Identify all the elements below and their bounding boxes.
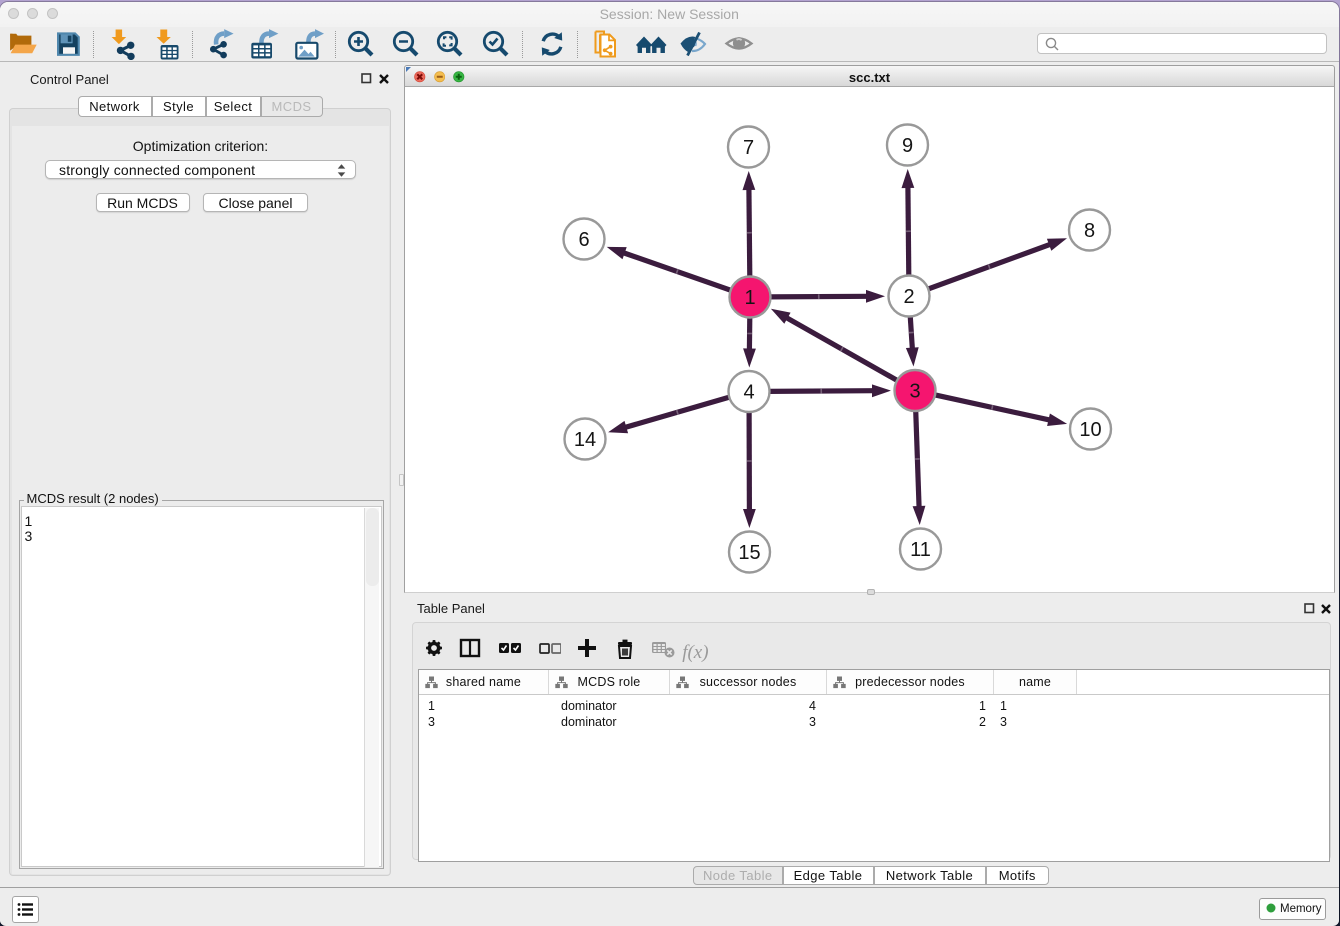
svg-text:14: 14 — [574, 429, 596, 451]
svg-text:6: 6 — [578, 229, 589, 251]
svg-text:1: 1 — [744, 287, 755, 309]
svg-text:10: 10 — [1079, 419, 1101, 441]
svg-text:11: 11 — [910, 539, 931, 561]
svg-text:8: 8 — [1084, 220, 1095, 242]
svg-text:7: 7 — [743, 137, 754, 159]
svg-text:9: 9 — [902, 135, 913, 157]
svg-text:15: 15 — [738, 542, 760, 564]
svg-text:2: 2 — [903, 286, 914, 308]
svg-text:4: 4 — [743, 381, 754, 403]
svg-text:3: 3 — [909, 380, 920, 402]
